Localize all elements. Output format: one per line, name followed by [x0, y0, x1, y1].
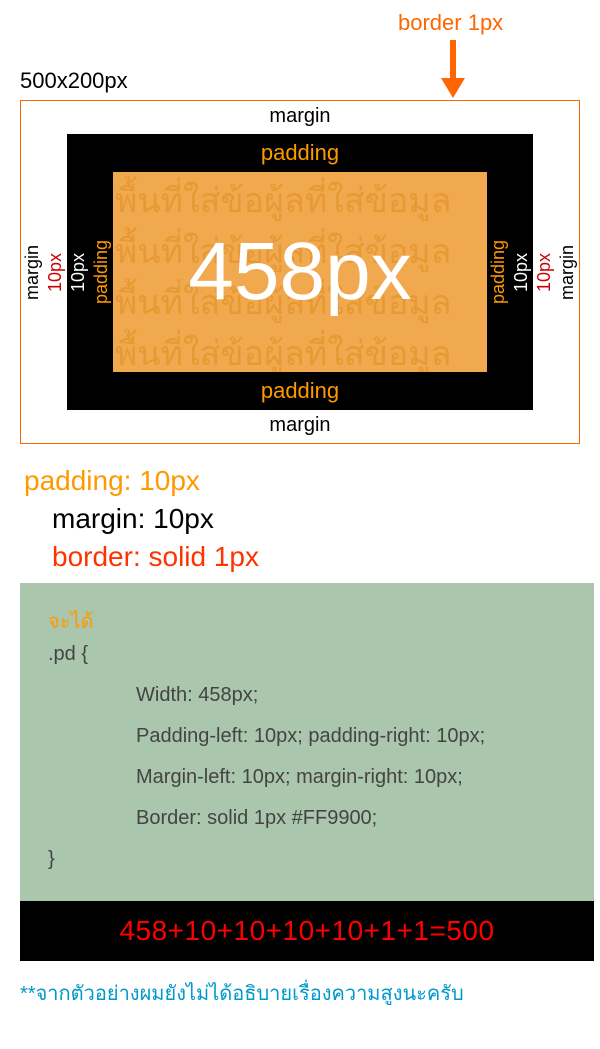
border-label: border 1px	[398, 10, 503, 36]
code-line: Border: solid 1px #FF9900;	[136, 807, 566, 830]
prop-margin: margin: 10px	[52, 500, 590, 538]
code-close: }	[48, 848, 566, 871]
padding-label-bottom: padding	[67, 372, 533, 410]
prop-border: border: solid 1px	[52, 538, 590, 576]
code-line: Margin-left: 10px; margin-right: 10px;	[136, 766, 566, 789]
code-selector: .pd {	[48, 643, 566, 666]
code-lead: จะได้	[48, 605, 566, 637]
padding-label-top: padding	[67, 134, 533, 172]
code-line: Padding-left: 10px; padding-right: 10px;	[136, 725, 566, 748]
padding-value-right: 10px	[510, 172, 533, 372]
padding-label-left: padding	[90, 172, 113, 372]
padding-box: padding 10px padding พื้นที่ใส่ข้อผู้ลที…	[67, 134, 533, 410]
margin-value-right: 10px	[533, 134, 556, 410]
prop-padding: padding: 10px	[24, 462, 590, 500]
margin-label-left: margin	[21, 134, 44, 410]
margin-label-top: margin	[21, 101, 579, 134]
margin-label-right: margin	[556, 134, 579, 410]
margin-label-bottom: margin	[21, 410, 579, 443]
content-width-value: 458px	[188, 225, 411, 319]
property-summary: padding: 10px margin: 10px border: solid…	[24, 462, 590, 575]
calculation-bar: 458+10+10+10+10+1+1=500	[20, 901, 594, 961]
code-line: Width: 458px;	[136, 684, 566, 707]
margin-value-left: 10px	[44, 134, 67, 410]
css-code-block: จะได้ .pd { Width: 458px; Padding-left: …	[20, 583, 594, 901]
dimension-label: 500x200px	[20, 68, 128, 94]
padding-value-left: 10px	[67, 172, 90, 372]
footnote: **จากตัวอย่างผมยังไม่ได้อธิบายเรื่องความ…	[20, 977, 590, 1009]
box-model-diagram: margin margin 10px padding 10px padding …	[20, 100, 580, 444]
padding-label-right: padding	[487, 172, 510, 372]
content-area: พื้นที่ใส่ข้อผู้ลที่ใส่ข้อมูล พื้นที่ใส่…	[113, 172, 487, 372]
